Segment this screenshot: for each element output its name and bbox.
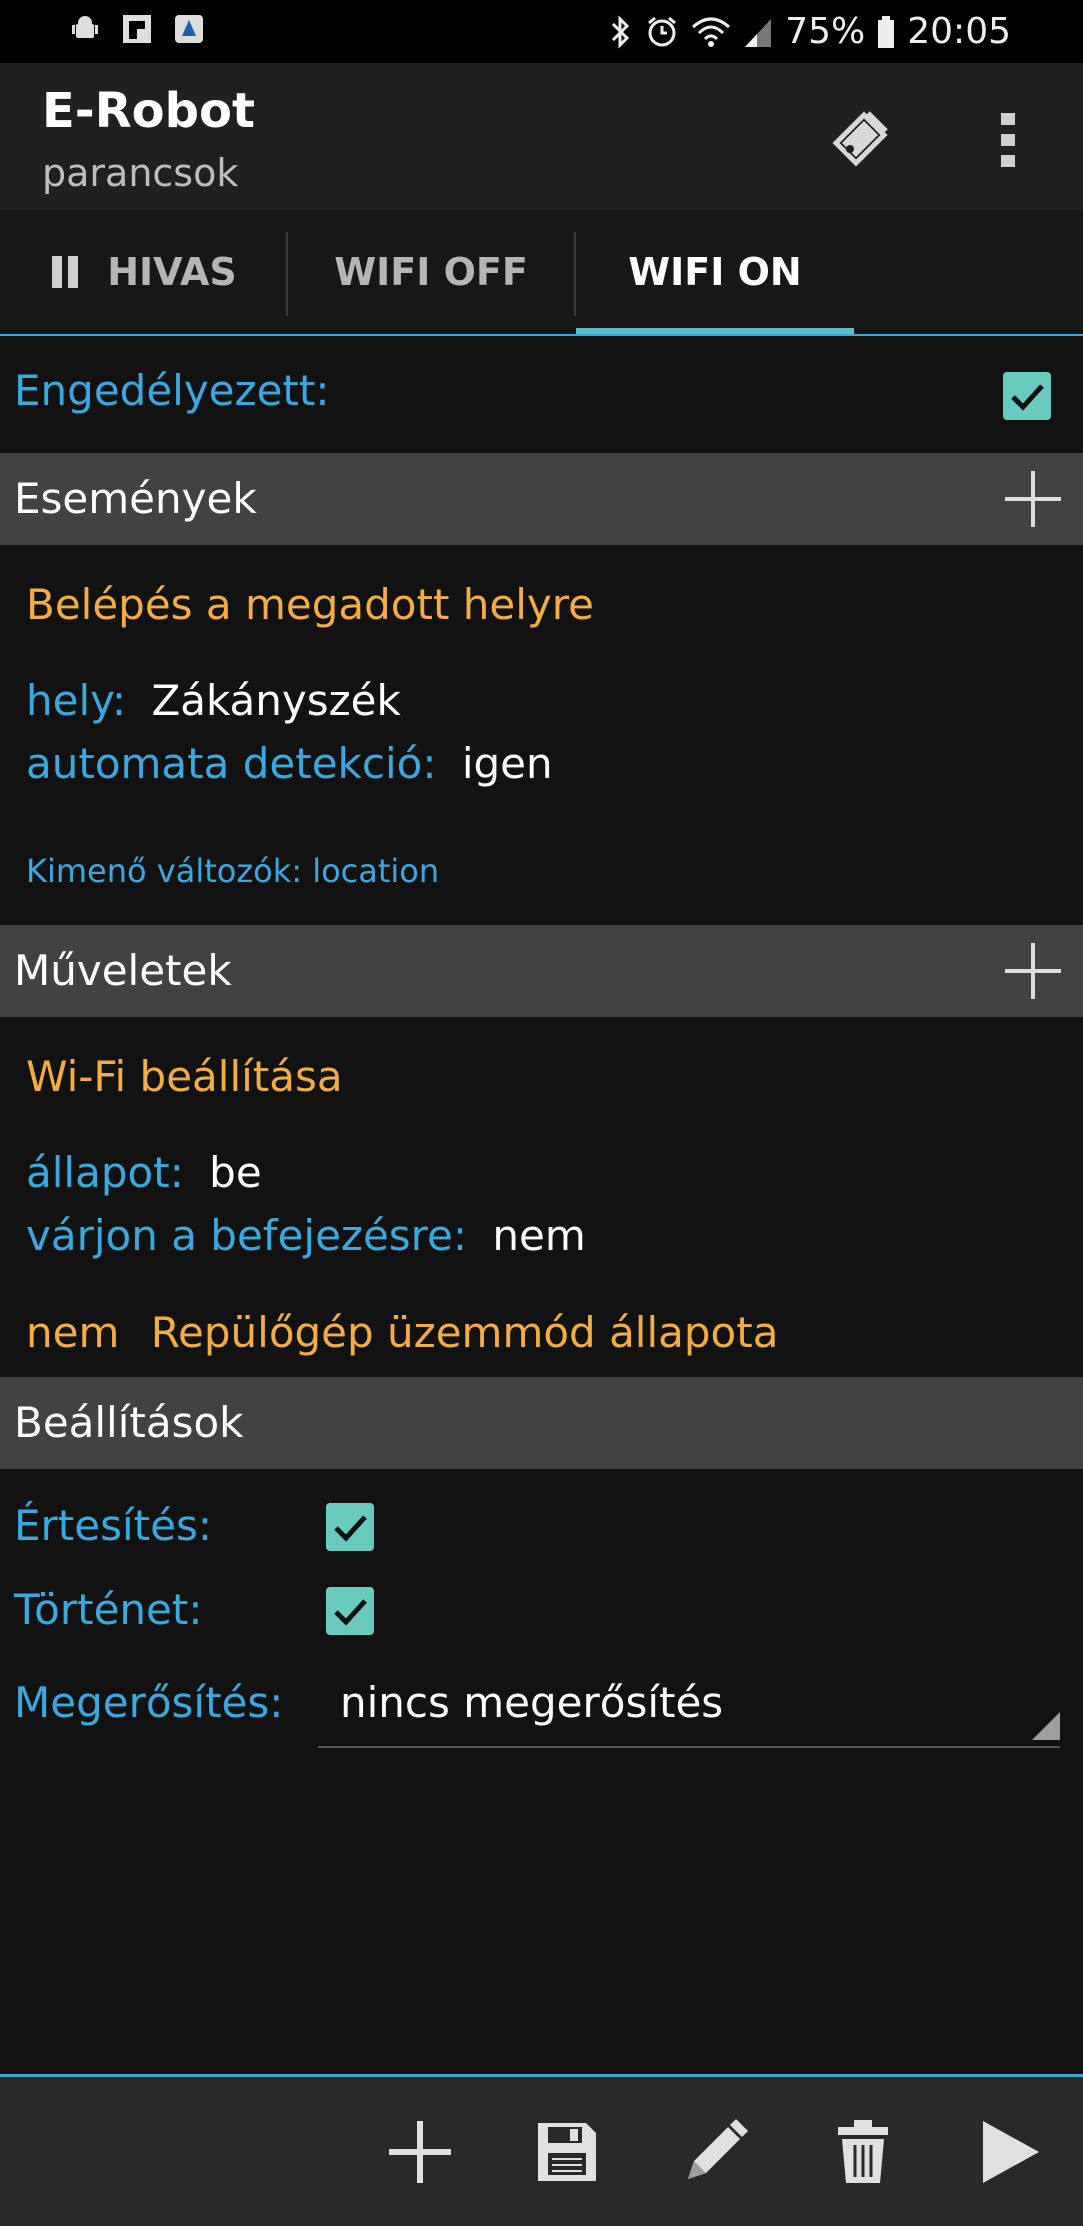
condition-name: Repülőgép üzemmód állapota <box>150 1308 779 1357</box>
event-title[interactable]: Belépés a megadott helyre <box>26 580 594 629</box>
action-param-state: állapot: be <box>26 1148 262 1197</box>
battery-icon <box>878 15 895 48</box>
param-label: hely: <box>26 676 127 725</box>
settings-header: Beállítások <box>0 1377 1083 1469</box>
enabled-label: Engedélyezett: <box>14 366 330 415</box>
battery-percent: 75% <box>785 11 866 52</box>
bottom-toolbar <box>0 2074 1083 2226</box>
confirm-label: Megerősítés: <box>14 1678 284 1727</box>
confirm-value: nincs megerősítés <box>340 1678 724 1727</box>
alarm-icon <box>648 16 677 46</box>
action-param-wait: várjon a befejezésre: nem <box>26 1211 586 1260</box>
status-bar: 75% 20:05 <box>0 0 1083 63</box>
condition-negation: nem <box>26 1308 120 1357</box>
spinner-arrow-icon <box>1032 1712 1060 1740</box>
param-label: állapot: <box>26 1148 184 1197</box>
app-subtitle: parancsok <box>42 151 239 195</box>
clock: 20:05 <box>907 11 1011 52</box>
active-tab-indicator <box>576 328 854 334</box>
check-icon <box>1011 384 1044 411</box>
event-param-location: hely: Zákányszék <box>26 676 401 725</box>
save-icon[interactable] <box>532 2117 602 2187</box>
app-title: E-Robot <box>42 83 255 139</box>
add-icon[interactable] <box>385 2117 455 2187</box>
check-icon <box>334 1515 367 1542</box>
wifi-icon <box>692 17 731 47</box>
param-label: várjon a befejezésre: <box>26 1211 468 1260</box>
tab-bar: HIVAS WIFI OFF WIFI ON <box>0 210 1083 336</box>
tab-hivas[interactable]: HIVAS <box>0 210 286 334</box>
enabled-checkbox[interactable] <box>1003 372 1051 420</box>
actions-header: Műveletek <box>0 925 1083 1017</box>
add-event-icon[interactable] <box>1003 469 1063 529</box>
param-label: automata detekció: <box>26 739 437 788</box>
action-condition[interactable]: nem Repülőgép üzemmód állapota <box>26 1308 778 1357</box>
signal-icon <box>745 18 772 47</box>
tab-wifi-off[interactable]: WIFI OFF <box>288 210 574 334</box>
android-icon <box>72 16 98 38</box>
action-title[interactable]: Wi-Fi beállítása <box>26 1052 343 1101</box>
play-icon[interactable] <box>975 2117 1045 2187</box>
pause-icon <box>52 256 79 288</box>
edit-icon[interactable] <box>680 2117 750 2187</box>
tab-label: WIFI ON <box>628 250 802 294</box>
confirm-spinner[interactable]: nincs megerősítés <box>318 1666 1060 1748</box>
check-icon <box>334 1599 367 1626</box>
notify-label: Értesítés: <box>14 1501 213 1550</box>
delete-icon[interactable] <box>828 2117 898 2187</box>
param-value: be <box>209 1148 262 1197</box>
history-checkbox[interactable] <box>326 1587 374 1635</box>
app-bar: E-Robot parancsok <box>0 63 1083 210</box>
bluetooth-icon <box>612 14 630 49</box>
app-icon <box>175 15 203 43</box>
edit-tag-icon[interactable] <box>828 107 892 171</box>
events-header-label: Események <box>14 474 257 523</box>
event-param-autodetect: automata detekció: igen <box>26 739 553 788</box>
flipboard-icon <box>123 15 151 43</box>
settings-header-label: Beállítások <box>14 1398 244 1447</box>
actions-header-label: Műveletek <box>14 946 232 995</box>
tab-label: HIVAS <box>107 250 237 294</box>
param-value: nem <box>492 1211 586 1260</box>
overflow-menu-icon[interactable] <box>996 109 1020 171</box>
param-value: Zákányszék <box>151 676 401 725</box>
output-variables: Kimenő változók: location <box>26 852 440 890</box>
history-label: Történet: <box>14 1585 203 1634</box>
events-header: Események <box>0 453 1083 545</box>
add-action-icon[interactable] <box>1003 941 1063 1001</box>
notify-checkbox[interactable] <box>326 1503 374 1551</box>
param-value: igen <box>461 739 553 788</box>
tab-label: WIFI OFF <box>334 250 528 294</box>
tab-wifi-on[interactable]: WIFI ON <box>576 210 854 334</box>
